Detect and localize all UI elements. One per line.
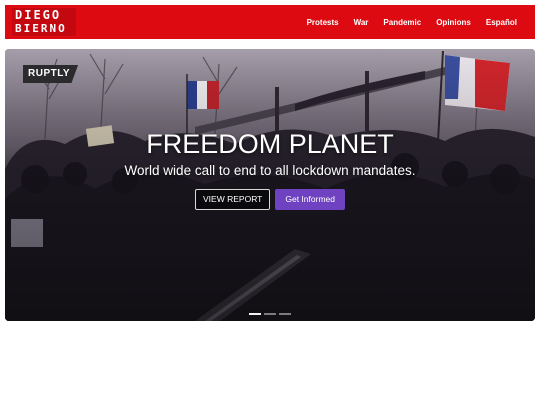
navbar: DIEGO BIERNO Protests War Pandemic Opini… xyxy=(5,5,535,39)
brand-logo[interactable]: DIEGO BIERNO xyxy=(12,8,76,36)
nav-link-pandemic[interactable]: Pandemic xyxy=(383,18,421,27)
brand-line-1: DIEGO xyxy=(15,8,62,22)
carousel-indicators xyxy=(5,313,535,315)
nav-link-protests[interactable]: Protests xyxy=(307,18,339,27)
carousel-indicator-1[interactable] xyxy=(249,313,261,315)
hero-title: FREEDOM PLANET xyxy=(146,129,394,159)
get-informed-button[interactable]: Get Informed xyxy=(275,189,345,210)
hero-carousel: RUPTLY FREEDOM PLANET World wide call to… xyxy=(5,49,535,321)
view-report-button[interactable]: VIEW REPORT xyxy=(195,189,271,210)
nav-link-espanol[interactable]: Español xyxy=(486,18,517,27)
hero-button-row: VIEW REPORT Get Informed xyxy=(5,189,535,210)
brand-line-2: BIERNO xyxy=(15,22,67,35)
carousel-indicator-2[interactable] xyxy=(264,313,276,315)
nav-links: Protests War Pandemic Opinions Español xyxy=(307,5,517,39)
hero-background-image xyxy=(5,49,535,321)
carousel-indicator-3[interactable] xyxy=(279,313,291,315)
ruptly-watermark: RUPTLY xyxy=(23,65,79,83)
nav-link-opinions[interactable]: Opinions xyxy=(436,18,471,27)
hero-subtitle: World wide call to end to all lockdown m… xyxy=(124,163,416,178)
nav-link-war[interactable]: War xyxy=(354,18,369,27)
